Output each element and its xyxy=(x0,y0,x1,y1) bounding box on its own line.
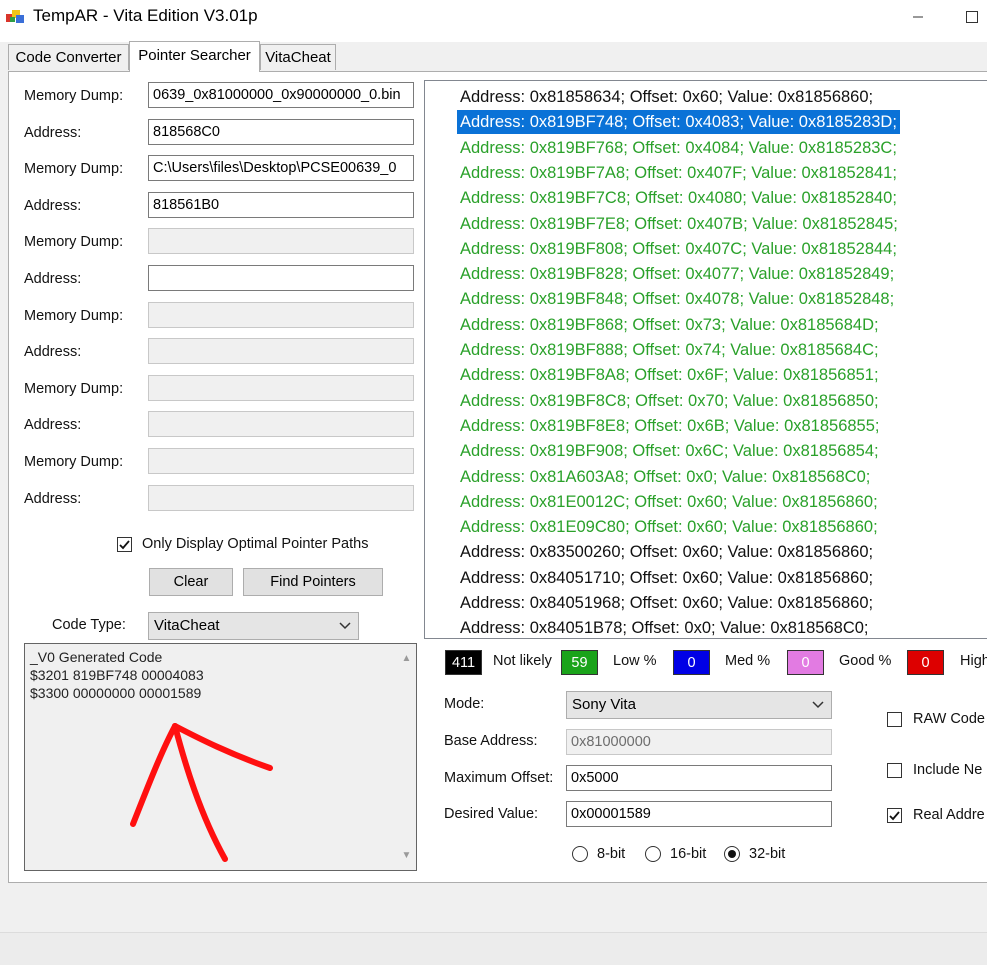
raw-code-checkbox[interactable] xyxy=(887,712,902,727)
optimal-paths-checkbox[interactable] xyxy=(117,537,132,552)
find-pointers-button[interactable]: Find Pointers xyxy=(243,568,383,596)
include-neg-checkbox[interactable] xyxy=(887,763,902,778)
radio-16-bit-label: 16-bit xyxy=(670,846,707,862)
code-type-value: VitaCheat xyxy=(154,617,220,634)
code-type-select[interactable]: VitaCheat xyxy=(148,612,359,640)
code-type-label: Code Type: xyxy=(52,617,126,633)
legend-count-swatch: 0 xyxy=(787,650,824,675)
minimize-icon[interactable] xyxy=(908,6,928,26)
address-label: Address: xyxy=(24,344,82,360)
result-row[interactable]: Address: 0x83500260; Offset: 0x60; Value… xyxy=(457,540,876,564)
memory-dump-field[interactable]: 0639_0x81000000_0x90000000_0.bin xyxy=(148,82,414,108)
address-field[interactable] xyxy=(148,265,414,291)
legend-count-swatch: 59 xyxy=(561,650,598,675)
result-row[interactable]: Address: 0x819BF848; Offset: 0x4078; Val… xyxy=(457,287,897,311)
legend-count-swatch: 411 xyxy=(445,650,482,675)
address-field[interactable]: 818561B0 xyxy=(148,192,414,218)
window-title: TempAR - Vita Edition V3.01p xyxy=(33,6,258,25)
chevron-down-icon xyxy=(339,622,351,630)
base-address-field[interactable]: 0x81000000 xyxy=(566,729,832,755)
legend-count-swatch: 0 xyxy=(907,650,944,675)
address-field[interactable] xyxy=(148,485,414,511)
memory-dump-field[interactable] xyxy=(148,228,414,254)
address-label: Address: xyxy=(24,198,82,214)
memory-dump-field[interactable] xyxy=(148,375,414,401)
tab-vitacheat[interactable]: VitaCheat xyxy=(260,44,336,70)
result-row[interactable]: Address: 0x819BF828; Offset: 0x4077; Val… xyxy=(457,262,897,286)
desired-value-field[interactable]: 0x00001589 xyxy=(566,801,832,827)
radio-32-bit[interactable] xyxy=(724,846,740,862)
result-row[interactable]: Address: 0x819BF808; Offset: 0x407C; Val… xyxy=(457,237,900,261)
memory-dump-label: Memory Dump: xyxy=(24,308,124,324)
mode-value: Sony Vita xyxy=(572,696,636,713)
address-label: Address: xyxy=(24,491,82,507)
maximize-icon[interactable] xyxy=(962,6,982,26)
optimal-paths-label: Only Display Optimal Pointer Paths xyxy=(142,536,369,552)
mode-label: Mode: xyxy=(444,696,485,712)
memory-dump-label: Memory Dump: xyxy=(24,88,124,104)
legend-label: Not likely xyxy=(493,653,552,669)
clear-button[interactable]: Clear xyxy=(149,568,233,596)
legend-count-swatch: 0 xyxy=(673,650,710,675)
title-bar: TempAR - Vita Edition V3.01p xyxy=(0,0,987,34)
tab-code-converter[interactable]: Code Converter xyxy=(8,44,129,70)
address-field[interactable] xyxy=(148,411,414,437)
generated-code-textbox[interactable]: _V0 Generated Code $3201 819BF748 000040… xyxy=(24,643,417,871)
include-neg-label: Include Ne xyxy=(913,762,983,778)
base-address-label: Base Address: xyxy=(444,733,538,749)
memory-dump-label: Memory Dump: xyxy=(24,381,124,397)
result-row[interactable]: Address: 0x819BF868; Offset: 0x73; Value… xyxy=(457,313,882,337)
result-row[interactable]: Address: 0x819BF768; Offset: 0x4084; Val… xyxy=(457,136,900,160)
address-label: Address: xyxy=(24,125,82,141)
result-row[interactable]: Address: 0x84051968; Offset: 0x60; Value… xyxy=(457,591,876,615)
result-row[interactable]: Address: 0x84051710; Offset: 0x60; Value… xyxy=(457,566,876,590)
result-row[interactable]: Address: 0x81E09C80; Offset: 0x60; Value… xyxy=(457,515,881,539)
radio-16-bit[interactable] xyxy=(645,846,661,862)
real-address-label: Real Addre xyxy=(913,807,985,823)
memory-dump-label: Memory Dump: xyxy=(24,234,124,250)
legend-label: Good % xyxy=(839,653,892,669)
result-row[interactable]: Address: 0x819BF8E8; Offset: 0x6B; Value… xyxy=(457,414,883,438)
tab-pointer-searcher[interactable]: Pointer Searcher xyxy=(129,41,260,72)
result-row[interactable]: Address: 0x84051B78; Offset: 0x0; Value:… xyxy=(457,616,872,638)
radio-8-bit[interactable] xyxy=(572,846,588,862)
legend-label: Low % xyxy=(613,653,657,669)
real-address-checkbox[interactable] xyxy=(887,808,902,823)
legend-label: High xyxy=(960,653,987,669)
red-arrow-annotation xyxy=(130,723,273,862)
max-offset-label: Maximum Offset: xyxy=(444,770,554,786)
memory-dump-field[interactable]: C:\Users\files\Desktop\PCSE00639_0 xyxy=(148,155,414,181)
memory-dump-label: Memory Dump: xyxy=(24,454,124,470)
radio-8-bit-label: 8-bit xyxy=(597,846,626,862)
result-row[interactable]: Address: 0x819BF7C8; Offset: 0x4080; Val… xyxy=(457,186,900,210)
legend-label: Med % xyxy=(725,653,771,669)
address-label: Address: xyxy=(24,271,82,287)
pointer-results-list[interactable]: Address: 0x81858634; Offset: 0x60; Value… xyxy=(424,80,987,639)
radio-32-bit-label: 32-bit xyxy=(749,846,786,862)
result-row[interactable]: Address: 0x819BF8A8; Offset: 0x6F; Value… xyxy=(457,363,882,387)
result-row[interactable]: Address: 0x819BF748; Offset: 0x4083; Val… xyxy=(456,109,901,136)
app-icon xyxy=(6,8,24,24)
mode-select[interactable]: Sony Vita xyxy=(566,691,832,719)
memory-dump-label: Memory Dump: xyxy=(24,161,124,177)
result-row[interactable]: Address: 0x819BF908; Offset: 0x6C; Value… xyxy=(457,439,882,463)
desired-value-label: Desired Value: xyxy=(444,806,539,822)
max-offset-field[interactable]: 0x5000 xyxy=(566,765,832,791)
raw-code-label: RAW Code xyxy=(913,711,985,727)
memory-dump-field[interactable] xyxy=(148,448,414,474)
result-row[interactable]: Address: 0x81858634; Offset: 0x60; Value… xyxy=(457,85,876,109)
status-bar xyxy=(0,932,987,965)
address-label: Address: xyxy=(24,417,82,433)
result-row[interactable]: Address: 0x819BF7E8; Offset: 0x407B; Val… xyxy=(457,212,901,236)
result-row[interactable]: Address: 0x81A603A8; Offset: 0x0; Value:… xyxy=(457,465,873,489)
chevron-down-icon xyxy=(812,701,824,709)
result-row[interactable]: Address: 0x81E0012C; Offset: 0x60; Value… xyxy=(457,490,881,514)
result-row[interactable]: Address: 0x819BF7A8; Offset: 0x407F; Val… xyxy=(457,161,900,185)
result-row[interactable]: Address: 0x819BF8C8; Offset: 0x70; Value… xyxy=(457,389,882,413)
address-field[interactable] xyxy=(148,338,414,364)
memory-dump-field[interactable] xyxy=(148,302,414,328)
address-field[interactable]: 818568C0 xyxy=(148,119,414,145)
result-row[interactable]: Address: 0x819BF888; Offset: 0x74; Value… xyxy=(457,338,882,362)
